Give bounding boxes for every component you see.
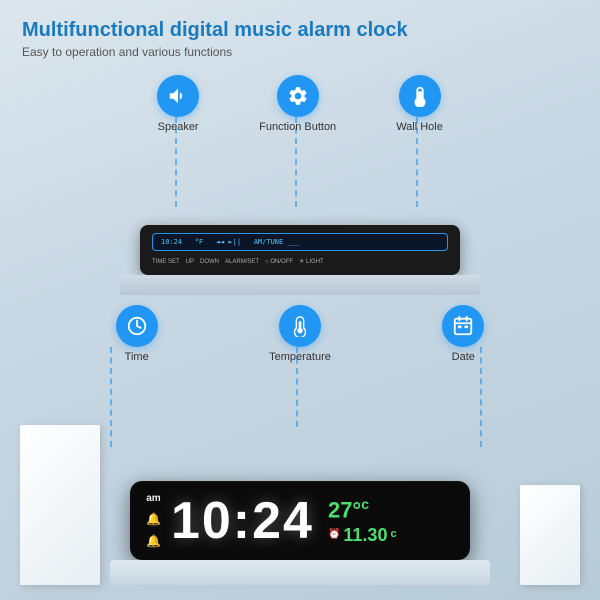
function-button-label: Function Button xyxy=(259,121,336,133)
platform-bottom xyxy=(110,560,490,585)
clock-back-buttons: TIME SET UP DOWN ALARM/SET ○ ON/OFF ☀ LI… xyxy=(152,256,448,267)
date-circle xyxy=(442,305,484,347)
clock-front-container: am 🔔 🔔 10:24 27°c ⏰ 11.30c xyxy=(130,481,470,560)
gear-icon xyxy=(287,85,309,107)
speaker-label: Speaker xyxy=(158,121,199,133)
temp-unit: c xyxy=(361,496,369,512)
time-label: Time xyxy=(125,351,149,363)
speaker-circle xyxy=(157,75,199,117)
bottom-section: Time Temperature xyxy=(0,295,600,600)
alarm-time-value: 11.30 xyxy=(343,526,387,544)
screen-text: 10:24 °F ◄◄ ►|| AM/TUNE ___ xyxy=(161,238,300,246)
top-features: Speaker Function Button xyxy=(0,75,600,133)
feature-wall-hole: Wall Hole xyxy=(396,75,443,133)
temperature-display: 27°c xyxy=(328,497,397,521)
header: Multifunctional digital music alarm cloc… xyxy=(0,0,600,65)
function-circle xyxy=(277,75,319,117)
top-section: Speaker Function Button xyxy=(0,65,600,295)
feature-temperature: Temperature xyxy=(269,305,331,363)
page-subtitle: Easy to operation and various functions xyxy=(22,45,578,59)
btn-on-off: ○ ON/OFF xyxy=(265,259,293,265)
wall-hole-label: Wall Hole xyxy=(396,121,443,133)
thermometer2-icon xyxy=(289,315,311,337)
platform-top xyxy=(120,275,480,295)
alarm-time-display: ⏰ 11.30c xyxy=(328,526,397,544)
btn-up: UP xyxy=(186,259,194,265)
page: Multifunctional digital music alarm cloc… xyxy=(0,0,600,600)
decoration-cube-left xyxy=(20,425,100,585)
feature-speaker: Speaker xyxy=(157,75,199,133)
time-circle xyxy=(116,305,158,347)
wall-hole-circle xyxy=(399,75,441,117)
alarm-bell-icon: ⏰ xyxy=(328,530,340,540)
btn-time-set: TIME SET xyxy=(152,259,180,265)
clock-front: am 🔔 🔔 10:24 27°c ⏰ 11.30c xyxy=(130,481,470,560)
alarm-icon-2: 🔔 xyxy=(146,534,161,548)
temperature-circle xyxy=(279,305,321,347)
btn-light: ☀ LIGHT xyxy=(299,258,324,265)
feature-date: Date xyxy=(442,305,484,363)
btn-alarm-set: ALARM/SET xyxy=(225,259,259,265)
thermometer-icon xyxy=(409,85,431,107)
date-label: Date xyxy=(452,351,475,363)
clock-back-container: 10:24 °F ◄◄ ►|| AM/TUNE ___ TIME SET UP … xyxy=(140,225,460,275)
calendar-icon xyxy=(452,315,474,337)
feature-time: Time xyxy=(116,305,158,363)
decoration-cube-right xyxy=(520,485,580,585)
clock-side-info: am 🔔 🔔 xyxy=(146,493,161,548)
alarm-unit: c xyxy=(390,529,396,540)
feature-function-button: Function Button xyxy=(259,75,336,133)
clock-icon xyxy=(126,315,148,337)
main-time-display: 10:24 xyxy=(171,495,314,547)
temperature-label: Temperature xyxy=(269,351,331,363)
speaker-icon xyxy=(167,85,189,107)
alarm-icon: 🔔 xyxy=(146,512,161,526)
temp-value: 27° xyxy=(328,498,361,523)
page-title: Multifunctional digital music alarm cloc… xyxy=(22,18,578,42)
am-pm-display: am xyxy=(146,493,160,504)
clock-back-screen: 10:24 °F ◄◄ ►|| AM/TUNE ___ xyxy=(152,233,448,251)
right-panel: 27°c ⏰ 11.30c xyxy=(328,497,397,543)
btn-down: DOWN xyxy=(200,259,219,265)
platform-bottom-outer xyxy=(110,560,490,585)
clock-back: 10:24 °F ◄◄ ►|| AM/TUNE ___ TIME SET UP … xyxy=(140,225,460,275)
bottom-features: Time Temperature xyxy=(0,305,600,363)
